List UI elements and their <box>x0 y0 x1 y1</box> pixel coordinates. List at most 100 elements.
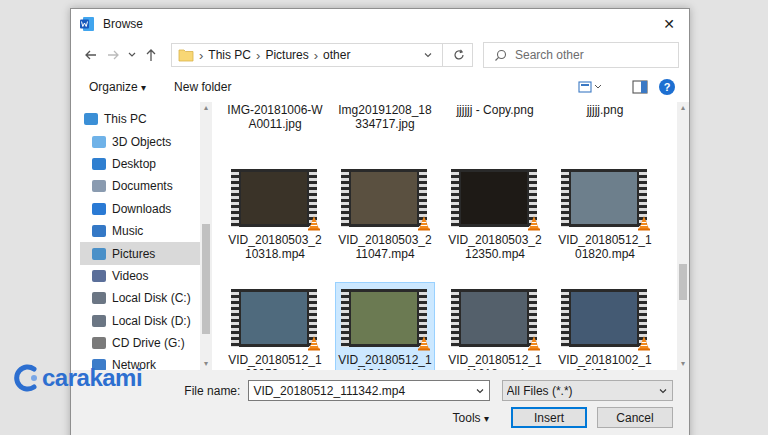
close-button[interactable]: ✕ <box>649 16 689 32</box>
view-options-icon[interactable] <box>577 79 603 95</box>
sidebar-item[interactable]: Documents <box>80 175 200 197</box>
location-icon <box>92 315 106 327</box>
content-area: This PC3D ObjectsDesktopDocumentsDownloa… <box>71 102 689 370</box>
path-separator: › <box>314 48 318 63</box>
dropdown-icon[interactable] <box>658 386 668 396</box>
tools-button[interactable]: Tools ▾ <box>453 411 489 425</box>
file-name: VID_20180503_212350.mp4 <box>447 233 543 261</box>
file-name: jjjjj.png <box>557 103 653 117</box>
path-separator: › <box>256 48 260 63</box>
sidebar-item[interactable]: This PC <box>80 108 200 130</box>
video-thumbnail <box>341 167 429 229</box>
window-title: Browse <box>103 17 143 31</box>
film-strip-icon <box>451 289 537 347</box>
location-icon <box>92 270 106 282</box>
file-name: VID_20180512_102059.mp4 <box>227 353 323 370</box>
forward-arrow-icon[interactable] <box>105 47 121 63</box>
back-arrow-icon[interactable] <box>83 47 99 63</box>
file-item[interactable]: jjjjjj - Copy.png <box>445 102 545 134</box>
up-arrow-icon[interactable] <box>143 47 159 63</box>
browse-dialog: Browse✕›This PC›Pictures›otherSearch oth… <box>70 8 690 435</box>
video-thumbnail <box>561 167 649 229</box>
sidebar-item[interactable]: CD Drive (G:) <box>80 332 200 354</box>
toolbar: Organize ▾ New folder? <box>71 72 689 102</box>
sidebar-item[interactable]: Downloads <box>80 198 200 220</box>
vlc-cone-icon <box>307 335 321 351</box>
organize-button[interactable]: Organize ▾ <box>89 80 146 94</box>
sidebar-item[interactable]: 3D Objects <box>80 130 200 152</box>
film-strip-icon <box>231 169 317 227</box>
carakami-logo-icon <box>14 363 40 393</box>
location-icon <box>92 158 106 170</box>
film-strip-icon <box>561 169 647 227</box>
preview-pane-icon[interactable] <box>631 79 649 95</box>
path-segment[interactable]: other <box>323 48 350 62</box>
video-thumbnail <box>451 287 539 349</box>
file-item[interactable]: VID_20180503_210318.mp4 <box>225 162 325 264</box>
location-icon <box>92 292 106 304</box>
file-item[interactable]: VID_20180512_102059.mp4 <box>225 282 325 370</box>
film-strip-icon <box>451 169 537 227</box>
file-item[interactable]: IMG-20181006-WA0011.jpg <box>225 102 325 134</box>
sidebar-item[interactable]: Videos <box>80 265 200 287</box>
file-item[interactable]: VID_20180512_101820.mp4 <box>555 162 655 264</box>
screen: Browse✕›This PC›Pictures›otherSearch oth… <box>0 0 768 435</box>
file-name: VID_20180512_111342.mp4 <box>337 353 433 370</box>
file-item[interactable]: VID_20180503_211047.mp4 <box>335 162 435 264</box>
sidebar-item[interactable]: Local Disk (D:) <box>80 310 200 332</box>
watermark: carakami <box>14 363 142 393</box>
video-thumbnail <box>561 287 649 349</box>
location-icon <box>84 113 98 125</box>
file-name: VID_20180512_101820.mp4 <box>557 233 653 261</box>
file-item[interactable]: VID_20181002_120450.mp4 <box>555 282 655 370</box>
sidebar-item[interactable]: Desktop <box>80 153 200 175</box>
sidebar-item[interactable]: Local Disk (C:) <box>80 287 200 309</box>
file-item[interactable]: VID_20180512_111618.mp4 <box>445 282 545 370</box>
file-list: IMG-20181006-WA0011.jpg Img20191208_18334… <box>212 102 689 370</box>
file-item[interactable]: Img20191208_18334717.jpg <box>335 102 435 134</box>
history-chevron-icon[interactable] <box>127 47 137 63</box>
folder-icon <box>178 48 194 62</box>
location-icon <box>92 203 106 215</box>
dropdown-icon[interactable] <box>475 386 485 396</box>
sidebar-item[interactable]: Pictures <box>80 242 200 264</box>
path-segment[interactable]: This PC <box>208 48 251 62</box>
file-name: IMG-20181006-WA0011.jpg <box>227 103 323 131</box>
video-thumbnail <box>231 167 319 229</box>
file-item[interactable]: jjjjj.png <box>555 102 655 134</box>
vlc-cone-icon <box>417 335 431 351</box>
insert-button[interactable]: Insert <box>511 407 587 428</box>
film-strip-icon <box>341 169 427 227</box>
help-button[interactable]: ? <box>659 79 675 95</box>
path-segment[interactable]: Pictures <box>265 48 308 62</box>
new-folder-button[interactable]: New folder <box>174 80 231 94</box>
title-bar: Browse ✕ <box>71 9 689 38</box>
sidebar-item[interactable]: Music <box>80 220 200 242</box>
cancel-button[interactable]: Cancel <box>597 407 673 428</box>
sidebar-scrollbar[interactable]: ▴▾ <box>200 102 212 370</box>
search-placeholder: Search other <box>515 48 584 62</box>
location-icon <box>92 337 106 349</box>
file-type-select[interactable]: All Files (*.*) <box>502 380 673 401</box>
dropdown-icon[interactable] <box>423 50 433 60</box>
file-item[interactable]: VID_20180512_111342.mp4 <box>335 282 435 370</box>
file-name-input[interactable]: VID_20180512_111342.mp4 <box>248 380 489 401</box>
search-icon <box>494 49 507 62</box>
vlc-cone-icon <box>307 215 321 231</box>
file-item[interactable]: VID_20180503_212350.mp4 <box>445 162 545 264</box>
file-list-scrollbar[interactable]: ▴▾ <box>677 102 689 370</box>
navigation-bar: ›This PC›Pictures›otherSearch other <box>71 38 689 72</box>
file-name: VID_20180512_111618.mp4 <box>447 353 543 370</box>
search-box[interactable]: Search other <box>483 42 679 68</box>
location-icon <box>92 136 106 148</box>
vlc-cone-icon <box>637 335 651 351</box>
navigation-pane: This PC3D ObjectsDesktopDocumentsDownloa… <box>71 102 212 370</box>
address-bar[interactable]: ›This PC›Pictures›other <box>171 43 473 67</box>
refresh-icon[interactable] <box>452 48 466 62</box>
file-name: Img20191208_18334717.jpg <box>337 103 433 131</box>
vlc-cone-icon <box>527 335 541 351</box>
file-name: VID_20181002_120450.mp4 <box>557 353 653 370</box>
file-name: jjjjjj - Copy.png <box>447 103 543 117</box>
location-icon <box>92 180 106 192</box>
location-icon <box>92 248 106 260</box>
